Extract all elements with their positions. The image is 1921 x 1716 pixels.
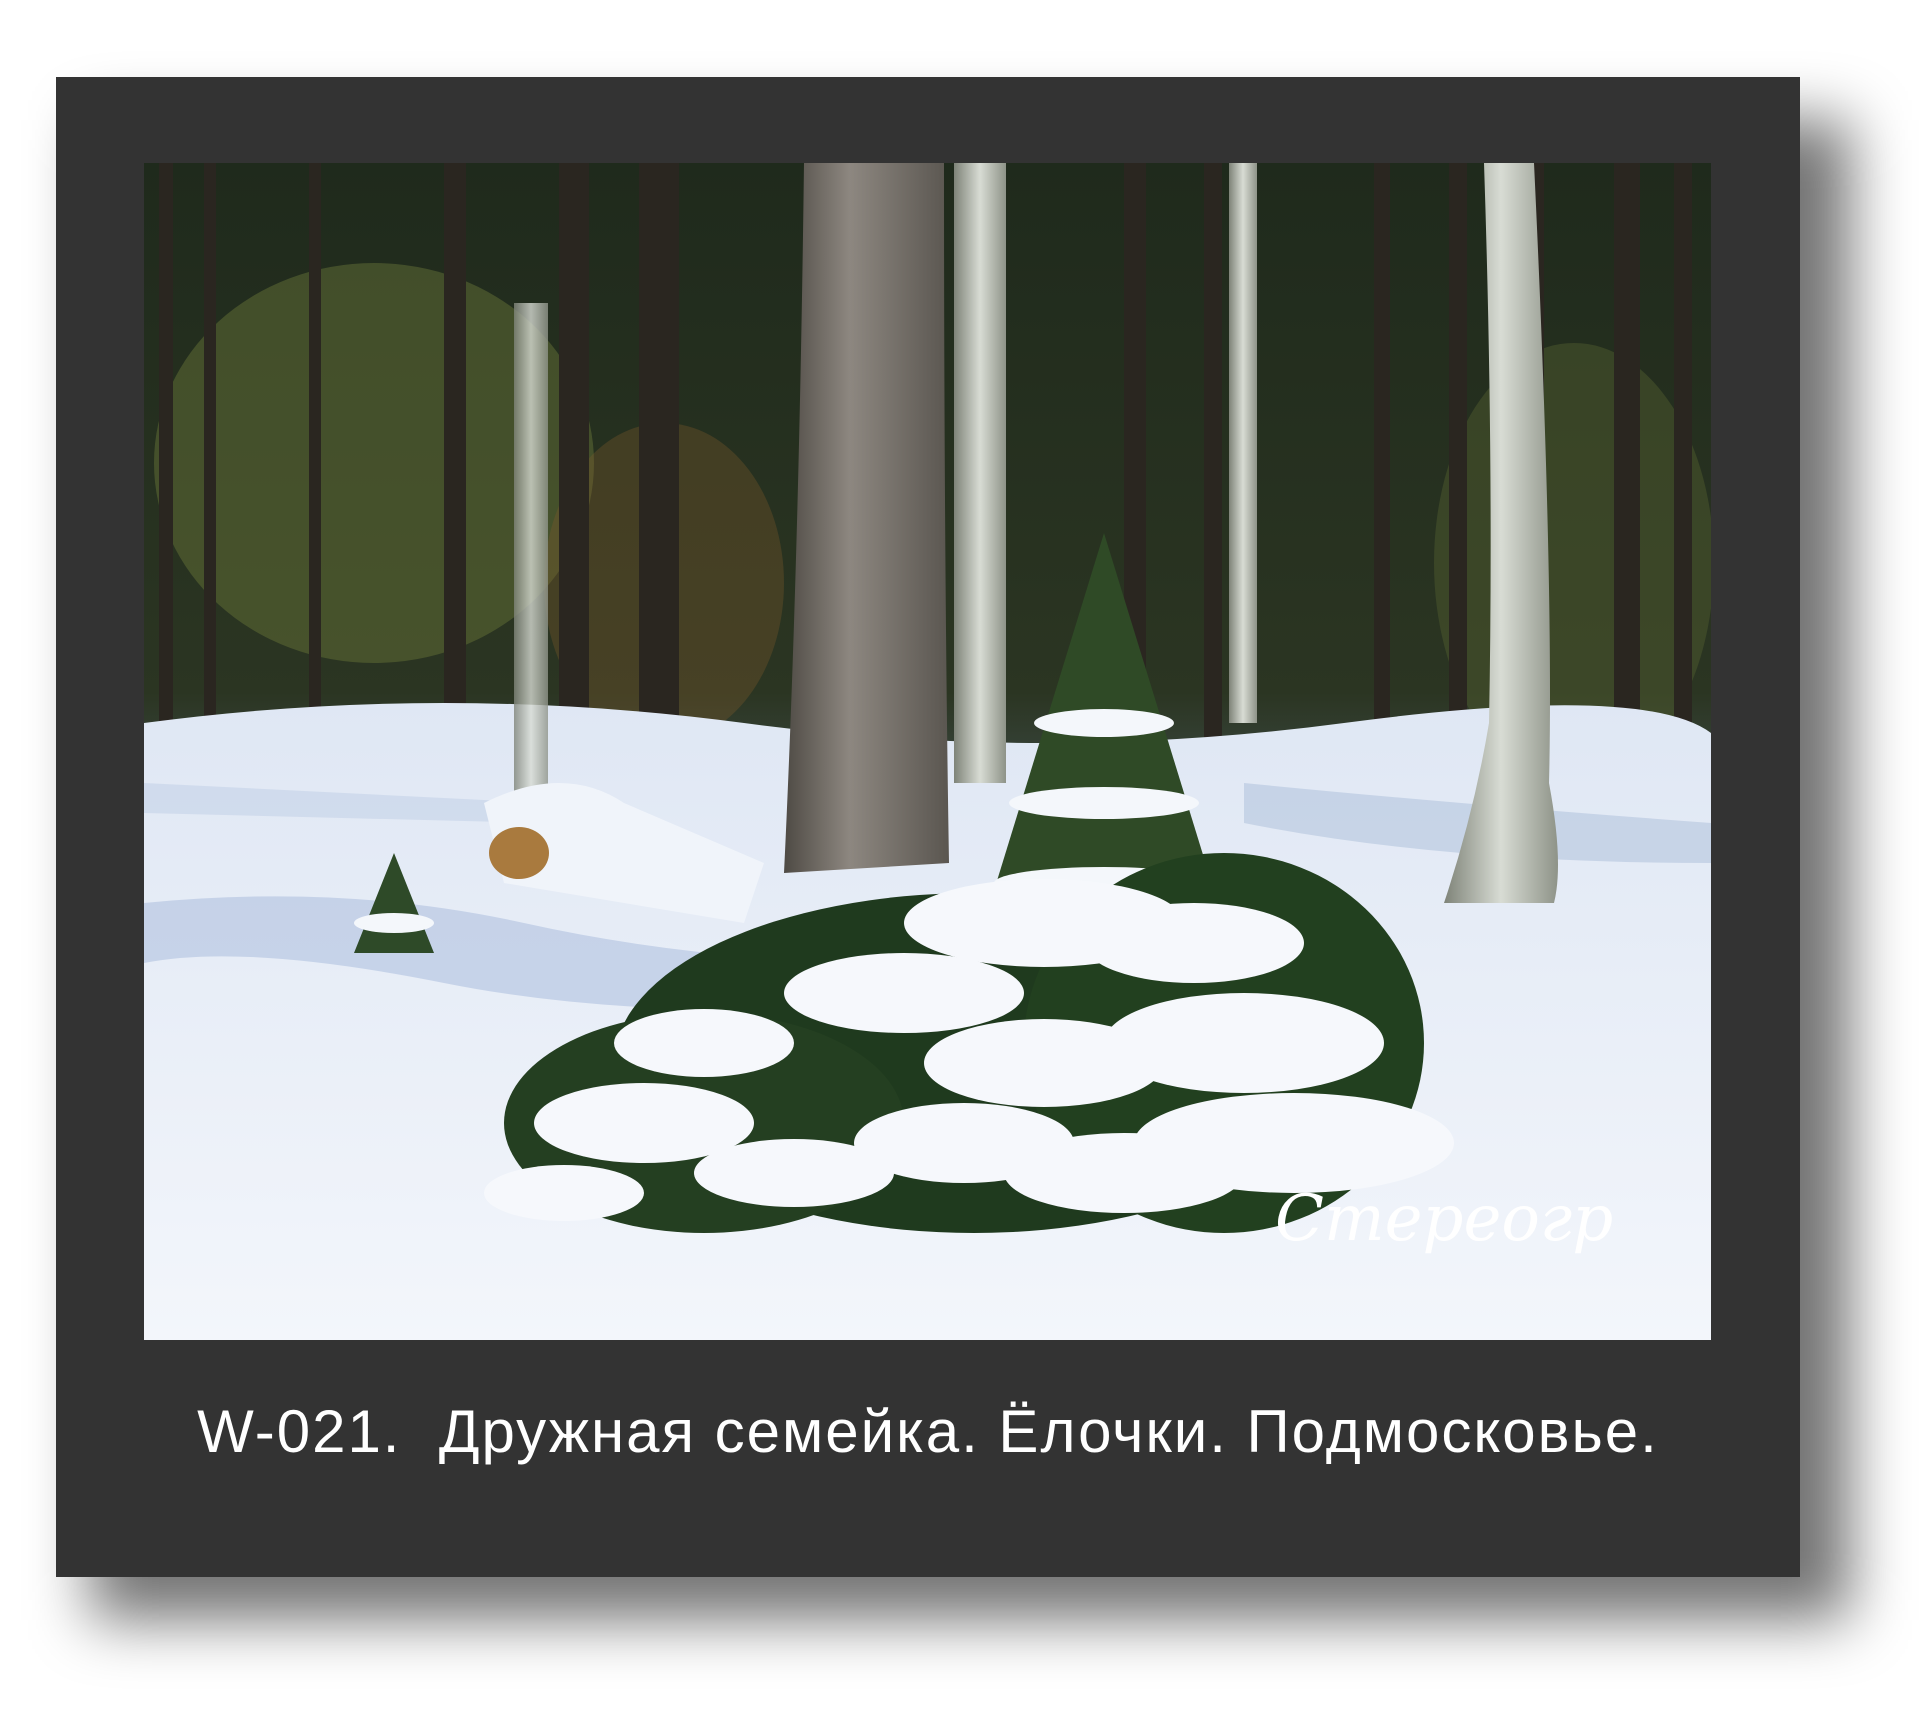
photo-card: W-021. Дружная семейка. Ёлочки. Подмоско… [56,77,1800,1577]
watermark-logo: Стереоград [1275,1182,1615,1256]
svg-text:Стереоград: Стереоград [1275,1182,1615,1256]
photo-caption: W-021. Дружная семейка. Ёлочки. Подмоско… [197,1398,1659,1465]
